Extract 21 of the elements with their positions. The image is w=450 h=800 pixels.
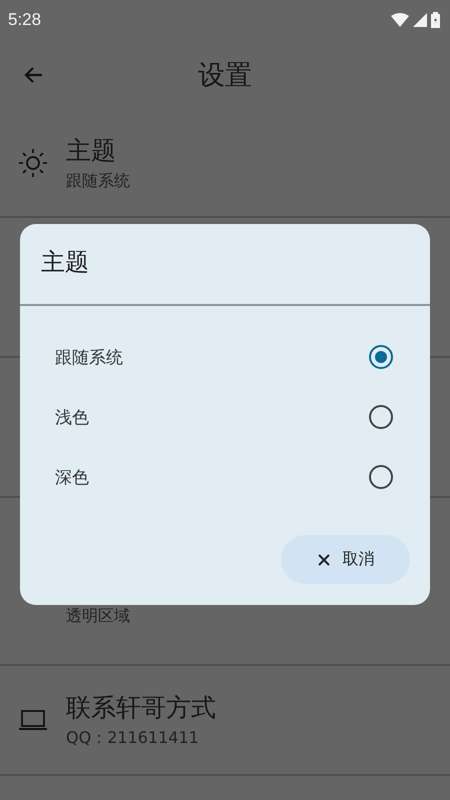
radio-button[interactable] bbox=[369, 405, 393, 429]
signal-icon bbox=[413, 13, 427, 27]
option-label[interactable]: 跟随系统 bbox=[55, 346, 123, 368]
radio-button[interactable] bbox=[369, 345, 393, 369]
setting-subtitle: 透明区域 bbox=[66, 606, 130, 627]
page-title: 设置 bbox=[198, 59, 252, 93]
setting-title: 联系轩哥方式 bbox=[66, 692, 216, 724]
setting-title: 主题 bbox=[66, 135, 117, 167]
setting-subtitle: QQ：211611411 bbox=[66, 728, 200, 749]
laptop-icon bbox=[18, 708, 48, 732]
status-time: 5:28 bbox=[8, 10, 42, 30]
radio-button[interactable] bbox=[369, 465, 393, 489]
setting-subtitle: 跟随系统 bbox=[66, 171, 130, 192]
wifi-icon bbox=[391, 13, 409, 27]
close-icon bbox=[316, 552, 330, 566]
option-label[interactable]: 浅色 bbox=[55, 406, 89, 428]
option-label[interactable]: 深色 bbox=[55, 466, 89, 488]
cancel-button[interactable]: 取消 bbox=[281, 535, 410, 584]
battery-icon bbox=[431, 12, 440, 28]
dialog-title: 主题 bbox=[40, 247, 90, 278]
sun-icon bbox=[18, 148, 48, 178]
